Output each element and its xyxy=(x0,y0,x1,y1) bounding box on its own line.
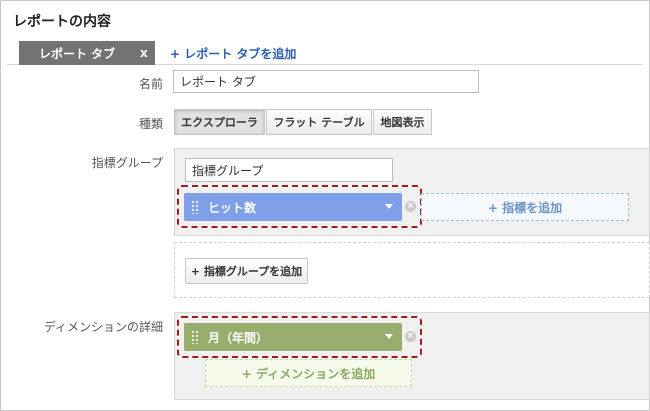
tab-report[interactable]: レポート タブ x xyxy=(19,41,155,65)
page-title: レポートの内容 xyxy=(13,14,111,30)
close-icon[interactable]: x xyxy=(140,46,148,60)
dimension-label: ディメンションの詳細 xyxy=(43,320,163,334)
add-report-tab-link[interactable]: + レポート タブを追加 xyxy=(170,45,296,62)
tab-bar: レポート タブ x + レポート タブを追加 xyxy=(7,41,643,65)
name-input[interactable] xyxy=(173,70,479,93)
highlight-box-metric xyxy=(177,185,422,228)
type-label: 種類 xyxy=(138,117,163,131)
highlight-box-dimension xyxy=(177,316,422,358)
type-option-explorer[interactable]: エクスプローラ xyxy=(174,109,265,135)
metric-group-name-input[interactable] xyxy=(185,158,393,182)
add-metric-group-button[interactable]: + 指標グループを追加 xyxy=(185,258,308,284)
type-option-flat-table[interactable]: フラット テーブル xyxy=(266,109,372,135)
report-content-panel: レポートの内容 レポート タブ x + レポート タブを追加 名前 種類 エクス… xyxy=(0,0,650,411)
metric-group-label: 指標グループ xyxy=(91,156,163,170)
add-metric-dropzone[interactable]: + 指標を追加 xyxy=(421,193,629,221)
tab-label: レポート タブ xyxy=(39,46,116,61)
name-label: 名前 xyxy=(138,77,163,91)
type-option-map-overlay[interactable]: 地図表示 xyxy=(373,109,432,135)
add-dimension-dropzone[interactable]: + ディメンションを追加 xyxy=(205,359,412,387)
